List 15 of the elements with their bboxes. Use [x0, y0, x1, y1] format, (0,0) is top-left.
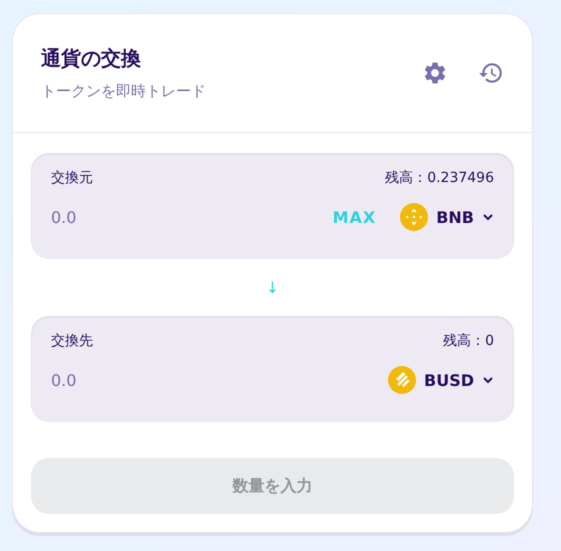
- arrow-down-icon[interactable]: ↓: [262, 273, 282, 302]
- balance-text: 残高：0.237496: [385, 169, 494, 187]
- balance-text: 残高：0: [443, 332, 494, 350]
- max-button[interactable]: MAX: [332, 208, 376, 226]
- card-title: 通貨の交換: [41, 45, 142, 72]
- amount-input[interactable]: 0.0: [51, 370, 388, 390]
- panel-label: 交換先: [51, 332, 94, 350]
- panel-label: 交換元: [51, 169, 94, 187]
- card-subtitle: トークンを即時トレード: [41, 82, 207, 101]
- coin-icon: [400, 203, 428, 231]
- settings-icon[interactable]: [422, 60, 448, 86]
- token-selector[interactable]: BUSD: [388, 366, 494, 394]
- amount-input[interactable]: 0.0: [51, 208, 333, 226]
- token-selector[interactable]: BNB: [400, 203, 494, 231]
- coin-icon: [388, 366, 416, 394]
